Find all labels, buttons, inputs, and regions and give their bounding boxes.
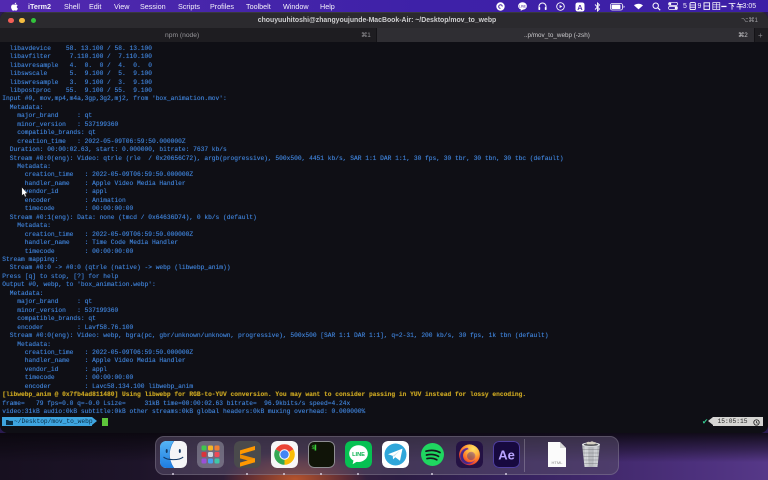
svg-text:LINE: LINE: [519, 4, 526, 8]
svg-text:HTML: HTML: [552, 460, 564, 465]
svg-text:$▌: $▌: [311, 444, 317, 451]
svg-text:A: A: [577, 2, 583, 11]
svg-text:LINE: LINE: [352, 452, 365, 458]
svg-text:Ae: Ae: [498, 448, 515, 463]
